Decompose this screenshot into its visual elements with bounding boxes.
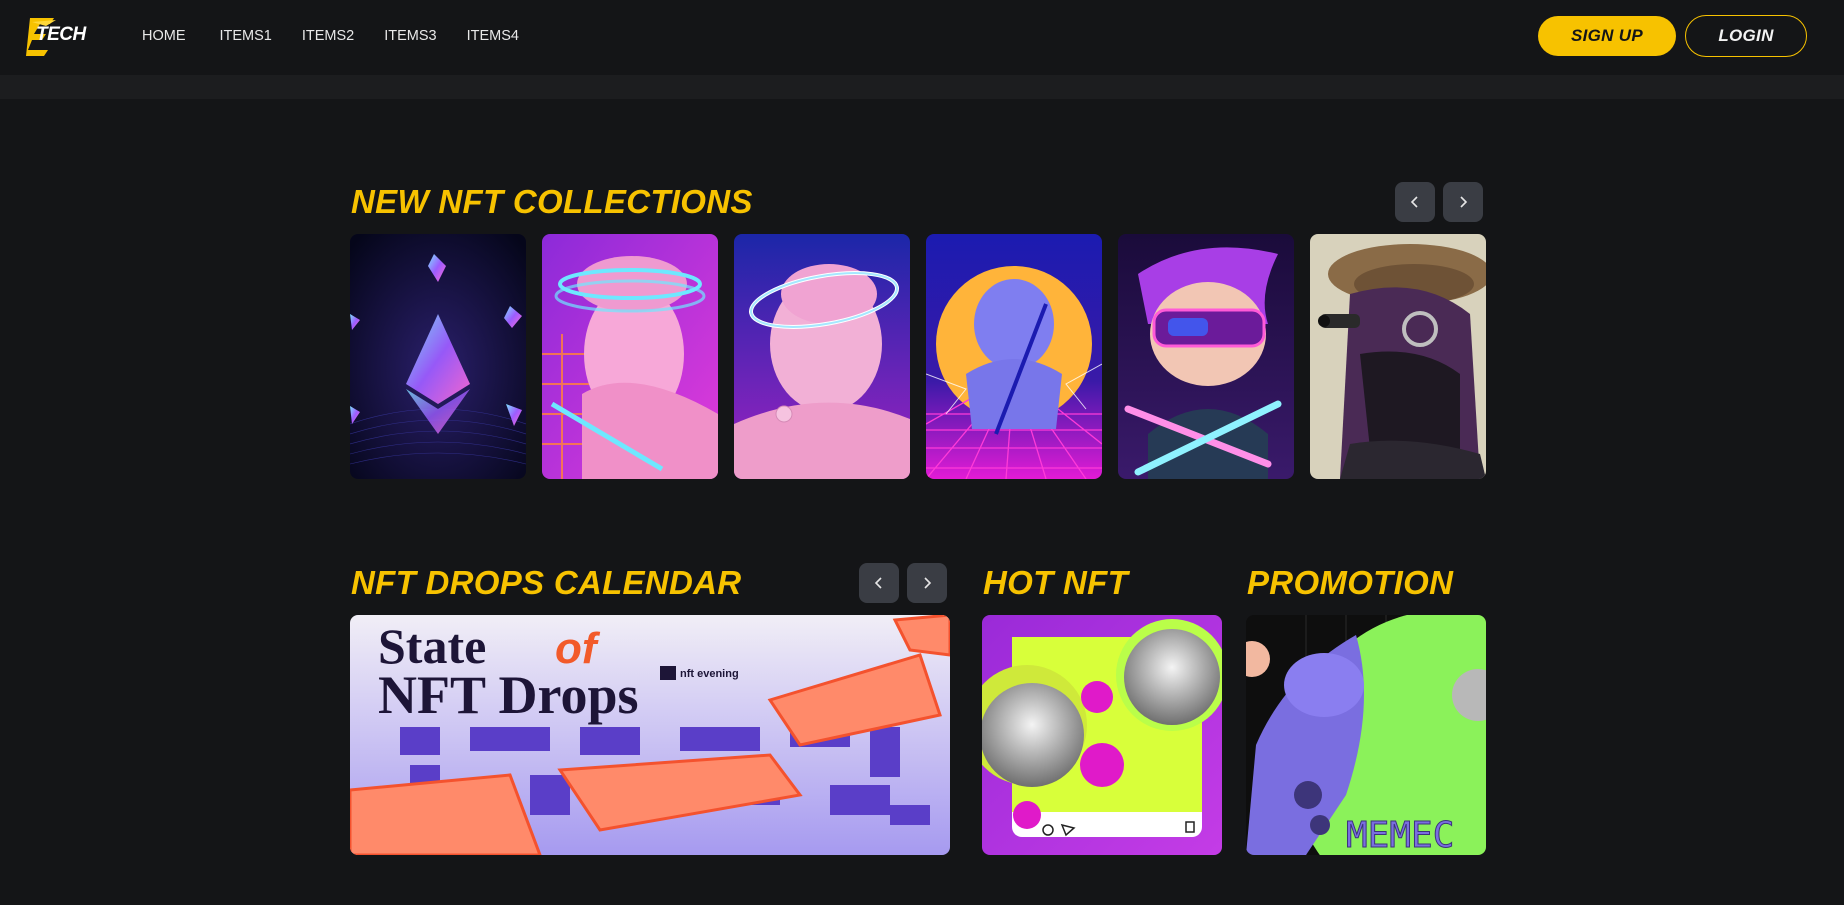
nav-items1[interactable]: ITEMS1 <box>220 28 272 44</box>
sign-up-button[interactable]: SIGN UP <box>1538 16 1676 56</box>
nav-home[interactable]: HOME <box>142 28 186 44</box>
hooded-figure-image <box>1310 234 1486 479</box>
nft-card-hooded-figure[interactable] <box>1310 234 1486 479</box>
crystal-ethereum-image <box>350 234 526 479</box>
nft-card-crystal[interactable] <box>350 234 526 479</box>
drops-next-button[interactable] <box>907 563 947 603</box>
chevron-right-icon <box>924 577 932 589</box>
login-button[interactable]: LOGIN <box>1685 15 1807 57</box>
nav-items2[interactable]: ITEMS2 <box>302 28 354 44</box>
state-of-nft-drops-image: State of NFT Drops nft evening <box>350 615 950 855</box>
banner-brand: nft evening <box>680 668 739 680</box>
chevron-right-icon <box>1460 196 1468 208</box>
promotion-tile-text: MEMEC <box>1346 815 1454 855</box>
collections-next-button[interactable] <box>1443 182 1483 222</box>
collections-title: NEW NFT COLLECTIONS <box>351 183 753 220</box>
nft-card-bust-halo[interactable] <box>734 234 910 479</box>
drops-prev-button[interactable] <box>859 563 899 603</box>
hot-nft-tile[interactable] <box>982 615 1222 855</box>
promotion-title: PROMOTION <box>1247 564 1454 601</box>
logo-text: TECH <box>36 24 86 45</box>
nav-items3[interactable]: ITEMS3 <box>384 28 436 44</box>
pink-bust-image <box>542 234 718 479</box>
nav-items4[interactable]: ITEMS4 <box>467 28 519 44</box>
chevron-left-icon <box>874 577 882 589</box>
bust-halo-image <box>734 234 910 479</box>
promotion-tile[interactable]: MEMEC <box>1246 615 1486 855</box>
banner-title-line2: NFT Drops <box>378 665 639 725</box>
hot-nft-image <box>982 615 1222 855</box>
hot-nft-title: HOT NFT <box>983 564 1129 601</box>
drops-title: NFT DROPS CALENDAR <box>351 564 742 601</box>
retro-venus-image <box>926 234 1102 479</box>
chevron-left-icon <box>1410 196 1418 208</box>
header-subbar <box>0 75 1844 99</box>
top-header: TECH HOME ITEMS1 ITEMS2 ITEMS3 ITEMS4 SI… <box>0 0 1844 75</box>
drops-banner[interactable]: State of NFT Drops nft evening <box>350 615 950 855</box>
promotion-image: MEMEC <box>1246 615 1486 855</box>
nft-card-pink-bust[interactable] <box>542 234 718 479</box>
collections-prev-button[interactable] <box>1395 182 1435 222</box>
nft-card-purple-avatar[interactable] <box>1118 234 1294 479</box>
nft-card-retro-venus[interactable] <box>926 234 1102 479</box>
purple-avatar-image <box>1118 234 1294 479</box>
main-nav: HOME ITEMS1 ITEMS2 ITEMS3 ITEMS4 <box>142 28 549 44</box>
